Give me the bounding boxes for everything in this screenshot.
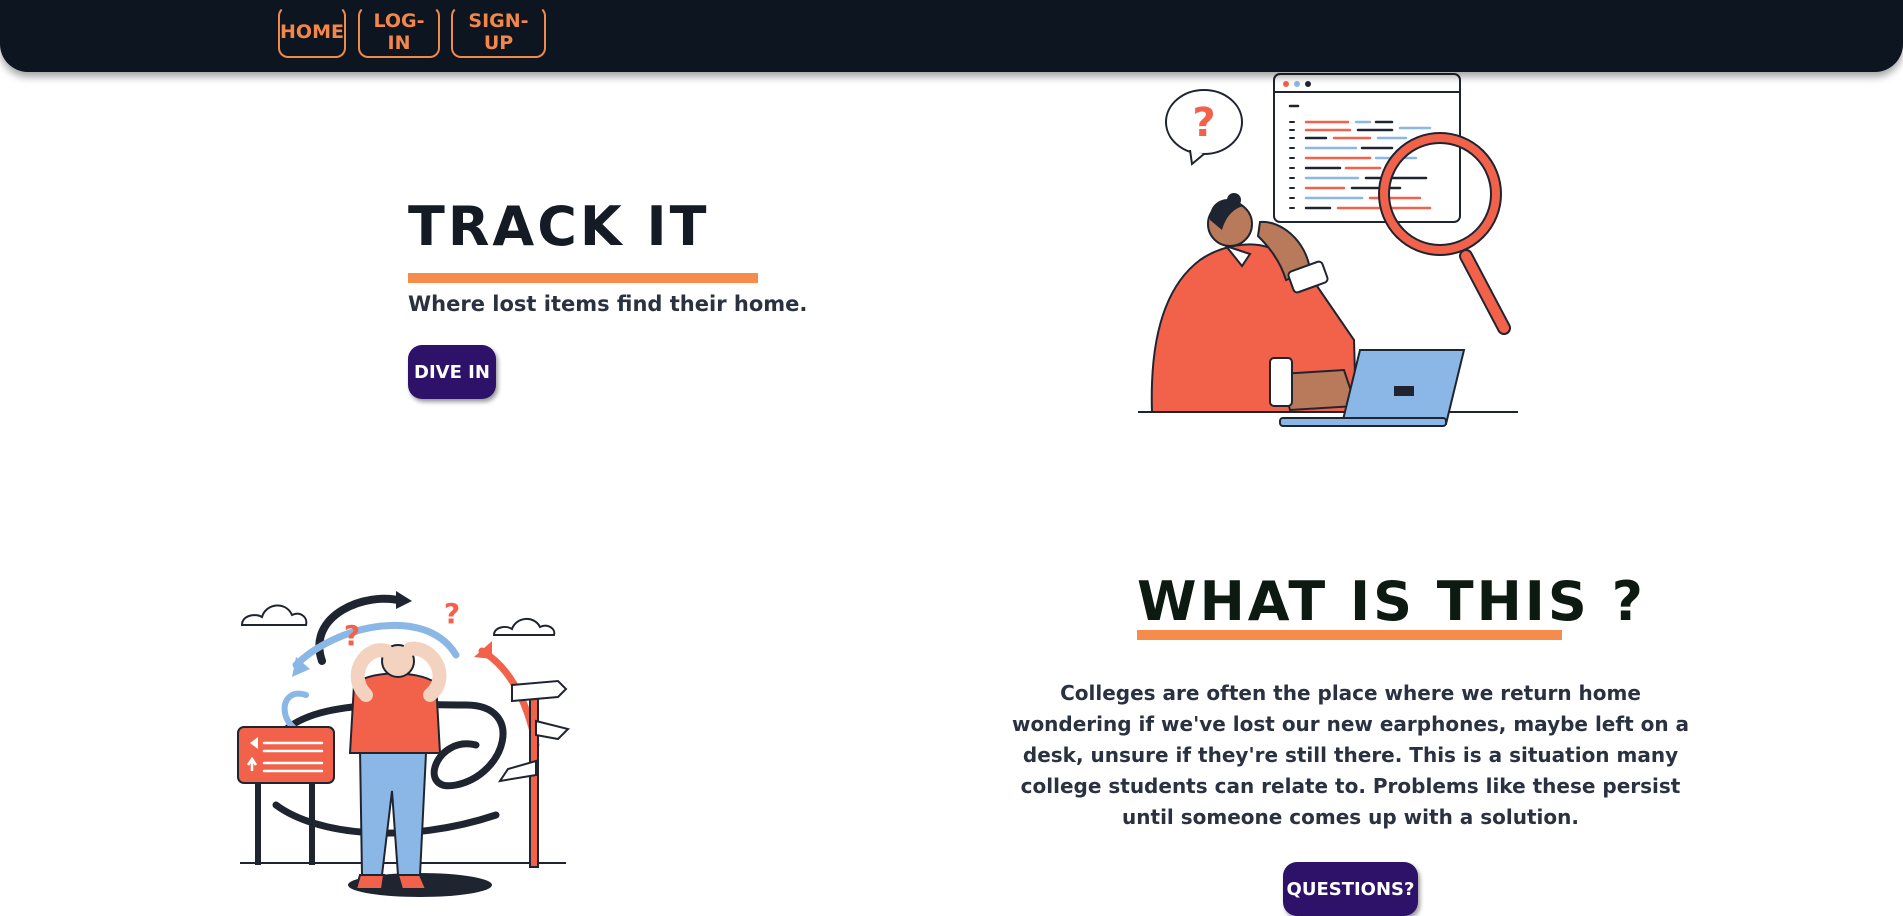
signboard-icon [237,726,335,865]
hero-title: TRACK IT [408,195,710,258]
signpost-icon [497,679,570,868]
about-title: WHAT IS THIS ? [1137,570,1646,633]
top-navbar: HOME LOG-IN SIGN-UP [0,0,1903,72]
confused-person-illustration: ? ? [237,591,570,897]
person-illustration [1150,193,1358,413]
hero-illustration: ? [1138,73,1518,427]
dive-in-button[interactable]: DIVE IN [408,345,496,399]
nav-login-button[interactable]: LOG-IN [358,6,440,58]
nav-signup-button[interactable]: SIGN-UP [451,6,546,58]
questions-button[interactable]: QUESTIONS? [1283,862,1418,916]
hero-tagline: Where lost items find their home. [408,292,808,316]
svg-text:?: ? [1192,100,1215,146]
confused-person-figure [348,641,492,897]
hero-title-underline [408,273,758,283]
cloud-icon [240,604,556,636]
code-window-icon [1273,73,1461,223]
question-mark-icon: ? [344,619,360,652]
nav-home-button[interactable]: HOME [278,6,346,58]
question-bubble-icon: ? [1165,89,1243,166]
question-mark-icon: ? [444,597,460,630]
about-description: Colleges are often the place where we re… [1011,681,1690,829]
about-title-underline [1137,630,1562,640]
